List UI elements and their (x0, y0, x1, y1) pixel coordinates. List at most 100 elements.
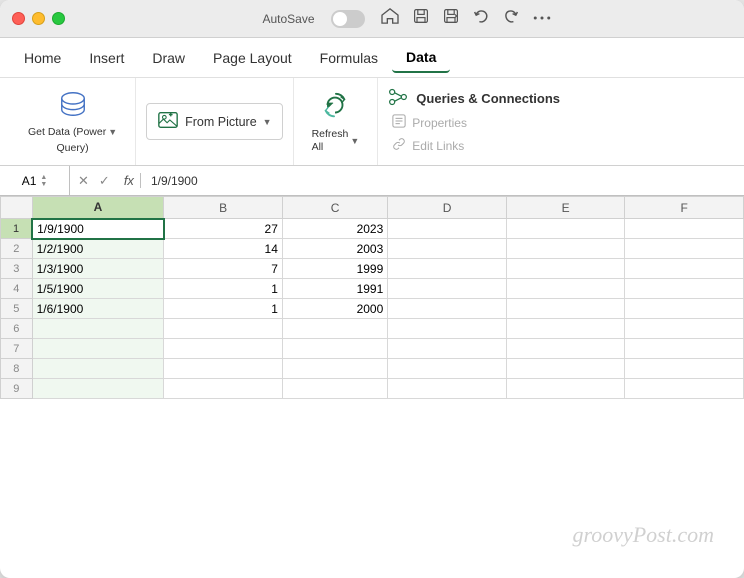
col-header-D[interactable]: D (388, 197, 507, 219)
menu-home[interactable]: Home (10, 44, 75, 72)
cell[interactable] (506, 359, 625, 379)
cell[interactable] (506, 219, 625, 239)
cell-reference-box[interactable]: A1 ▲ ▼ (0, 166, 70, 195)
queries-section: Queries & Connections Properties (378, 78, 570, 165)
cell[interactable] (506, 319, 625, 339)
maximize-button[interactable] (52, 12, 65, 25)
cell[interactable]: 2003 (282, 239, 387, 259)
home-icon[interactable] (381, 8, 399, 29)
cell[interactable] (506, 339, 625, 359)
properties-button[interactable]: Properties (388, 112, 560, 133)
cell[interactable] (625, 219, 744, 239)
cell[interactable] (625, 239, 744, 259)
queries-connections-button[interactable]: Queries & Connections (388, 87, 560, 110)
col-header-rownum (1, 197, 33, 219)
col-header-E[interactable]: E (506, 197, 625, 219)
title-bar-center: AutoSave (81, 8, 732, 29)
col-header-A[interactable]: A (32, 197, 164, 219)
cell[interactable]: 1/5/1900 (32, 279, 164, 299)
cell[interactable] (388, 339, 507, 359)
cell[interactable] (32, 359, 164, 379)
autosave-label: AutoSave (262, 12, 314, 26)
menu-page-layout[interactable]: Page Layout (199, 44, 306, 72)
autosave-toggle[interactable] (331, 10, 365, 28)
cell[interactable]: 2023 (282, 219, 387, 239)
col-header-B[interactable]: B (164, 197, 283, 219)
cell[interactable]: 1/6/1900 (32, 299, 164, 319)
cell[interactable]: 1/2/1900 (32, 239, 164, 259)
row-number: 9 (1, 379, 33, 399)
cell[interactable] (164, 379, 283, 399)
edit-links-button[interactable]: Edit Links (388, 135, 560, 156)
cell[interactable] (282, 379, 387, 399)
refresh-all-label1: Refresh (312, 128, 349, 141)
confirm-icon[interactable]: ✓ (99, 173, 110, 189)
cell[interactable]: 1/9/1900 (32, 219, 164, 239)
cell[interactable] (388, 359, 507, 379)
col-header-F[interactable]: F (625, 197, 744, 219)
cell[interactable] (282, 339, 387, 359)
minimize-button[interactable] (32, 12, 45, 25)
cell[interactable] (388, 279, 507, 299)
formula-bar: A1 ▲ ▼ ✕ ✓ fx 1/9/1900 (0, 166, 744, 196)
formula-content[interactable]: 1/9/1900 (141, 174, 744, 188)
refresh-all-button[interactable]: Refresh All ▼ (304, 86, 368, 157)
cell[interactable] (388, 379, 507, 399)
menu-formulas[interactable]: Formulas (306, 44, 392, 72)
title-icons (381, 8, 551, 29)
cell[interactable] (32, 319, 164, 339)
cell[interactable] (164, 359, 283, 379)
cell[interactable] (625, 379, 744, 399)
menu-draw[interactable]: Draw (138, 44, 199, 72)
cell[interactable] (388, 299, 507, 319)
redo-icon[interactable] (503, 8, 519, 29)
cell[interactable] (32, 339, 164, 359)
cell[interactable]: 7 (164, 259, 283, 279)
more-icon[interactable] (533, 8, 551, 29)
spreadsheet[interactable]: A B C D E F 11/9/190027202321/2/19001420… (0, 196, 744, 399)
cell[interactable] (506, 279, 625, 299)
row-number: 1 (1, 219, 33, 239)
cell[interactable] (388, 239, 507, 259)
col-header-C[interactable]: C (282, 197, 387, 219)
cell[interactable]: 1 (164, 279, 283, 299)
cell[interactable] (282, 319, 387, 339)
cell[interactable] (32, 379, 164, 399)
cell[interactable]: 14 (164, 239, 283, 259)
cell[interactable] (282, 359, 387, 379)
close-button[interactable] (12, 12, 25, 25)
from-picture-icon (157, 109, 179, 134)
cell[interactable] (506, 379, 625, 399)
cell[interactable]: 1/3/1900 (32, 259, 164, 279)
table-row: 8 (1, 359, 744, 379)
cell[interactable] (625, 259, 744, 279)
cell-ref-stepper[interactable]: ▲ ▼ (40, 174, 47, 188)
cell[interactable]: 1999 (282, 259, 387, 279)
cell[interactable] (388, 319, 507, 339)
cell[interactable]: 1991 (282, 279, 387, 299)
menu-insert[interactable]: Insert (75, 44, 138, 72)
cell[interactable] (506, 259, 625, 279)
cell[interactable] (388, 219, 507, 239)
cell[interactable] (506, 239, 625, 259)
cell[interactable] (506, 299, 625, 319)
cell[interactable] (625, 319, 744, 339)
get-data-button[interactable]: Get Data (Power ▼ Query) (20, 85, 125, 158)
save-as-icon[interactable] (443, 8, 459, 29)
cell[interactable] (164, 319, 283, 339)
from-picture-button[interactable]: From Picture ▼ (146, 103, 282, 140)
row-number: 7 (1, 339, 33, 359)
undo-icon[interactable] (473, 8, 489, 29)
cell[interactable]: 1 (164, 299, 283, 319)
cell[interactable]: 2000 (282, 299, 387, 319)
cell[interactable] (388, 259, 507, 279)
save-icon[interactable] (413, 8, 429, 29)
cell[interactable] (625, 279, 744, 299)
cancel-icon[interactable]: ✕ (78, 173, 89, 189)
cell[interactable] (164, 339, 283, 359)
cell[interactable] (625, 359, 744, 379)
menu-data[interactable]: Data (392, 43, 450, 73)
cell[interactable] (625, 339, 744, 359)
cell[interactable]: 27 (164, 219, 283, 239)
cell[interactable] (625, 299, 744, 319)
